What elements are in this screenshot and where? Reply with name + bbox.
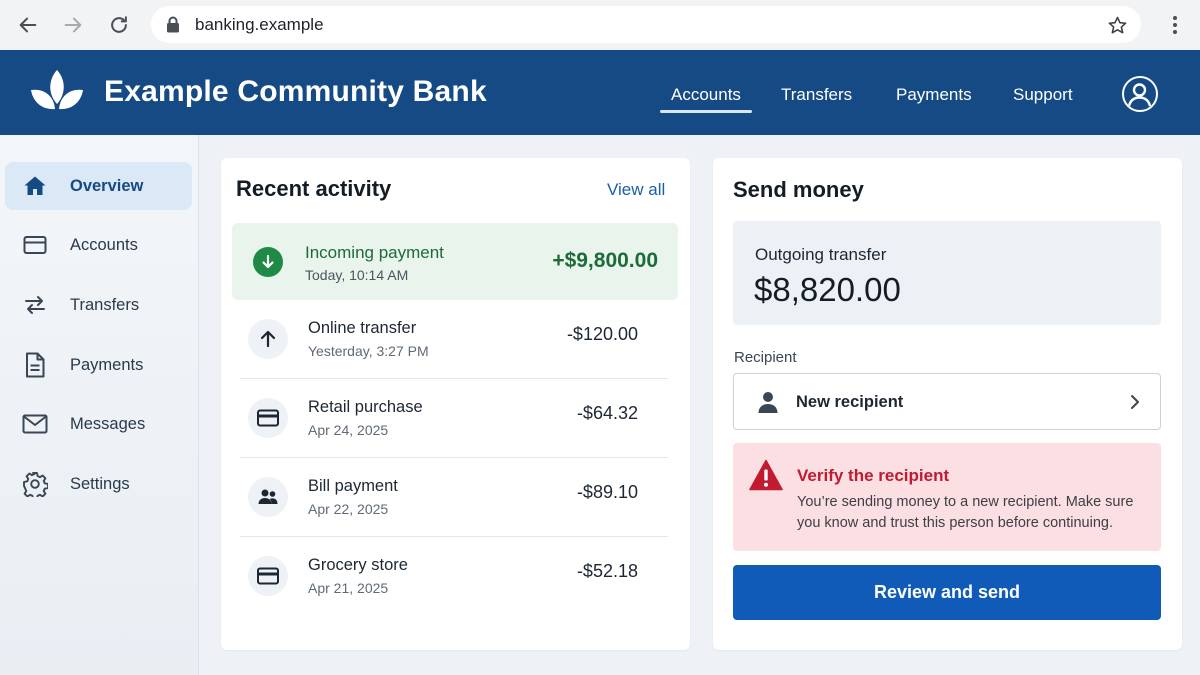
transaction-row[interactable]: Grocery store Apr 21, 2025 -$52.18	[240, 537, 668, 616]
recipient-selector[interactable]: New recipient	[733, 373, 1161, 430]
transaction-row[interactable]: Retail purchase Apr 24, 2025 -$64.32	[240, 379, 668, 458]
url-text: banking.example	[195, 14, 324, 34]
outgoing-transfer-label: Outgoing transfer	[755, 245, 887, 264]
transaction-name: Bill payment	[308, 477, 398, 495]
recipient-warning: Verify the recipient You’re sending mone…	[733, 443, 1161, 551]
sidebar-item-label: Payments	[70, 355, 144, 374]
card-icon	[22, 232, 48, 258]
transaction-amount: -$120.00	[566, 324, 638, 344]
transaction-date: Yesterday, 3:27 PM	[308, 343, 429, 359]
browser-menu-icon[interactable]	[1163, 13, 1187, 37]
transaction-name: Retail purchase	[308, 398, 423, 416]
back-arrow-icon[interactable]	[16, 13, 40, 37]
transaction-amount: -$52.18	[576, 561, 638, 581]
envelope-icon	[22, 411, 48, 437]
site-header: Example Community Bank Accounts Transfer…	[0, 50, 1200, 135]
outgoing-transfer-summary: Outgoing transfer $8,820.00	[733, 221, 1161, 325]
sidebar-item-overview[interactable]: Overview	[5, 162, 192, 210]
user-avatar-icon[interactable]	[1122, 76, 1158, 112]
warning-title: Verify the recipient	[797, 466, 950, 485]
view-all-link[interactable]: View all	[607, 180, 665, 200]
recent-activity-card: Recent activity View all Incoming paymen…	[221, 158, 690, 650]
card-icon	[248, 398, 288, 438]
swap-arrows-icon	[22, 292, 48, 318]
sidebar-item-label: Transfers	[70, 295, 140, 314]
forward-arrow-icon[interactable]	[61, 13, 85, 37]
send-money-card: Send money Outgoing transfer $8,820.00 R…	[713, 158, 1182, 650]
bookmark-star-icon[interactable]	[1106, 14, 1128, 36]
arrow-up-icon	[248, 319, 288, 359]
address-bar[interactable]: banking.example	[151, 6, 1141, 43]
warning-triangle-icon	[749, 459, 783, 491]
card-icon	[248, 556, 288, 596]
recipient-value: New recipient	[796, 393, 904, 411]
topnav-transfers[interactable]: Transfers	[781, 85, 852, 105]
arrow-down-icon	[253, 247, 283, 277]
warning-message: You’re sending money to a new recipient.…	[797, 494, 1134, 531]
recent-activity-title: Recent activity	[236, 176, 392, 201]
leaf-logo-icon[interactable]	[28, 64, 86, 122]
sidebar-item-payments[interactable]: Payments	[5, 341, 192, 389]
reload-icon[interactable]	[107, 13, 131, 37]
transaction-name: Incoming payment	[305, 243, 444, 262]
home-icon	[22, 173, 48, 199]
sidebar: Overview Accounts Transfers Payments Mes…	[0, 135, 199, 675]
topnav-support[interactable]: Support	[1013, 85, 1073, 105]
person-icon	[756, 390, 780, 414]
document-icon	[22, 352, 48, 378]
transaction-date: Apr 24, 2025	[308, 422, 389, 438]
gear-icon	[22, 471, 48, 497]
outgoing-transfer-amount: $8,820.00	[754, 271, 901, 308]
sidebar-item-messages[interactable]: Messages	[5, 400, 192, 448]
chevron-right-icon	[1126, 392, 1144, 412]
transaction-row[interactable]: Bill payment Apr 22, 2025 -$89.10	[240, 458, 668, 537]
transaction-row[interactable]: Online transfer Yesterday, 3:27 PM -$120…	[240, 300, 668, 379]
transaction-amount: +$9,800.00	[552, 249, 658, 272]
sidebar-item-accounts[interactable]: Accounts	[5, 221, 192, 269]
transaction-name: Grocery store	[308, 556, 408, 574]
sidebar-item-label: Overview	[70, 176, 144, 195]
sidebar-item-settings[interactable]: Settings	[5, 460, 192, 508]
people-icon	[248, 477, 288, 517]
sidebar-item-transfers[interactable]: Transfers	[5, 281, 192, 329]
topnav-accounts[interactable]: Accounts	[660, 85, 752, 113]
transaction-amount: -$64.32	[576, 403, 638, 423]
transaction-date: Today, 10:14 AM	[305, 267, 409, 283]
brand-name[interactable]: Example Community Bank	[104, 75, 487, 109]
lock-icon	[165, 16, 181, 34]
transaction-amount: -$89.10	[576, 482, 638, 502]
topnav-payments[interactable]: Payments	[896, 85, 972, 105]
incoming-payment-row[interactable]: Incoming payment Today, 10:14 AM +$9,800…	[232, 223, 678, 300]
recipient-label: Recipient	[734, 349, 797, 366]
review-and-send-button[interactable]: Review and send	[733, 565, 1161, 620]
browser-toolbar: banking.example	[0, 0, 1200, 50]
send-money-title: Send money	[733, 177, 864, 202]
sidebar-item-label: Accounts	[70, 235, 138, 254]
transaction-date: Apr 21, 2025	[308, 580, 389, 596]
transaction-date: Apr 22, 2025	[308, 501, 389, 517]
transaction-name: Online transfer	[308, 319, 417, 337]
sidebar-item-label: Messages	[70, 414, 146, 433]
sidebar-item-label: Settings	[70, 474, 130, 493]
